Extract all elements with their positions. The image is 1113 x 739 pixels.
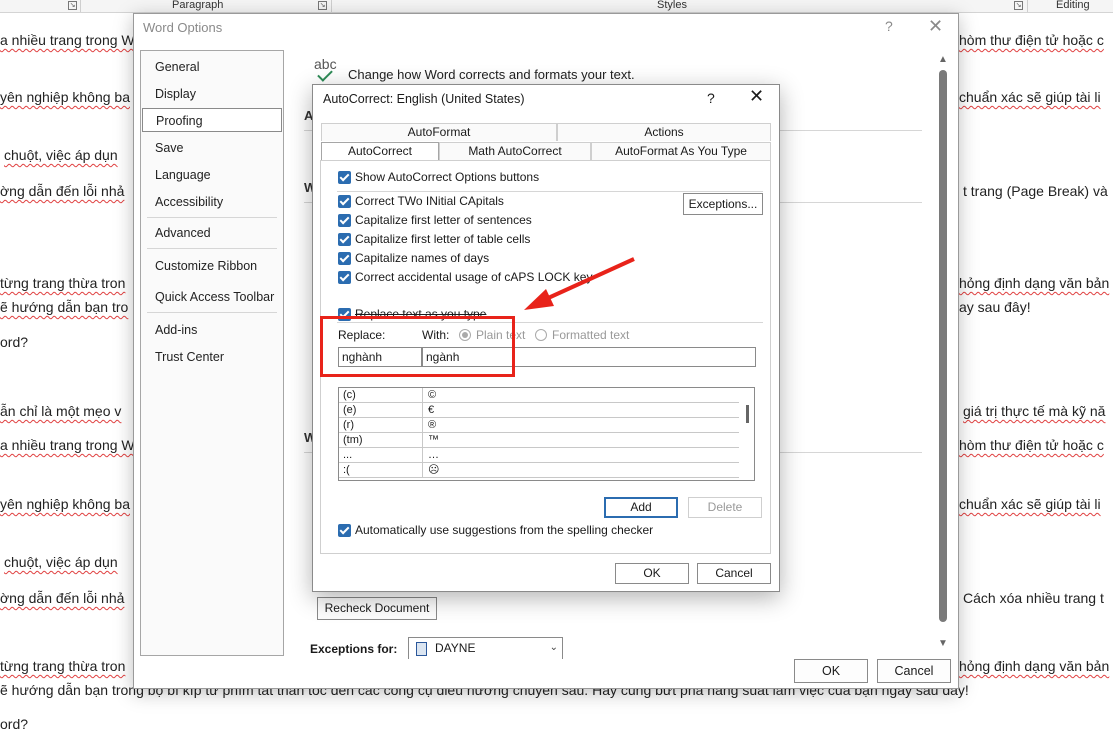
annotation-arrow bbox=[524, 257, 635, 310]
screen: ↘ Paragraph ↘ Styles ↘ Editing a nhiều t… bbox=[0, 0, 1113, 739]
arrow-head bbox=[524, 289, 554, 310]
arrow-shaft bbox=[545, 257, 635, 301]
